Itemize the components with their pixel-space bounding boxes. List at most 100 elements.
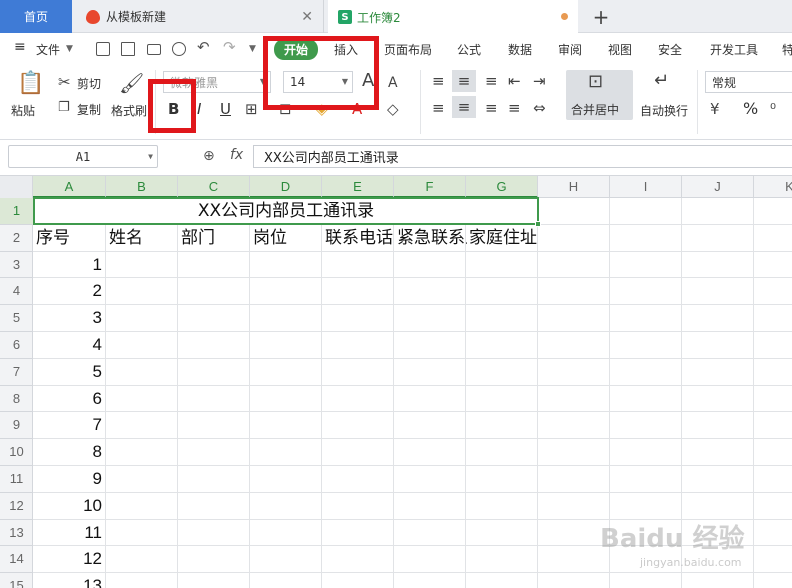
row-header-14[interactable]: 14 [0,546,33,574]
print-preview-icon[interactable] [172,42,186,56]
row-header-6[interactable]: 6 [0,332,33,359]
fx-icon[interactable]: fx [230,147,243,163]
tab-data[interactable]: 数据 [508,41,532,58]
column-header-b[interactable]: B [106,176,178,198]
distribute-icon[interactable]: ⇔ [533,100,546,116]
align-middle-icon[interactable]: ≡ [452,70,476,92]
header-cell[interactable]: 部门 [181,225,215,252]
hamburger-icon[interactable]: ≡ [14,39,26,55]
tab-formula[interactable]: 公式 [457,41,481,58]
column-header-g[interactable]: G [466,176,538,198]
thousands-icon[interactable]: ⁰ [770,101,776,117]
header-cell[interactable]: 序号 [36,225,70,252]
column-header-f[interactable]: F [394,176,466,198]
paste-icon[interactable]: 📋 [17,72,44,96]
italic-button[interactable]: I [197,100,201,118]
file-menu[interactable]: 文件 [36,41,60,58]
header-cell[interactable]: 家庭住址 [469,225,537,252]
tab-security[interactable]: 安全 [658,41,682,58]
tab-workbook[interactable]: S 工作簿2 [328,0,578,34]
save-icon[interactable] [96,42,110,56]
column-header-k[interactable]: K [754,176,792,198]
wrap-text-icon[interactable]: ↵ [654,72,669,90]
auto-wrap-button[interactable]: 自动换行 [640,102,688,119]
tab-home[interactable]: 首页 [0,0,72,33]
zoom-icon[interactable]: ⊕ [203,148,215,164]
column-header-a[interactable]: A [33,176,106,198]
fill-handle[interactable] [535,221,541,227]
export-pdf-icon[interactable] [121,42,135,56]
bold-button[interactable]: B [168,100,179,118]
font-name-select[interactable]: 微软雅黑 ▼ [163,71,271,93]
row-header-13[interactable]: 13 [0,520,33,547]
underline-button[interactable]: U [220,100,231,118]
row-header-7[interactable]: 7 [0,359,33,386]
serial-number-cell[interactable]: 9 [33,466,106,493]
tab-page-layout[interactable]: 页面布局 [384,41,432,58]
format-painter-icon[interactable]: 🖌 [119,72,144,94]
row-header-5[interactable]: 5 [0,305,33,332]
tab-insert[interactable]: 插入 [334,41,358,58]
header-cell[interactable]: 紧急联系人 [397,225,467,252]
formula-input[interactable]: XX公司内部员工通讯录 [253,145,792,168]
select-all-corner[interactable] [0,176,33,198]
header-cell[interactable]: 姓名 [109,225,143,252]
format-painter-button[interactable]: 格式刷 [111,102,147,119]
row-header-1[interactable]: 1 [0,198,33,225]
indent-decrease-icon[interactable]: ⇤ [508,73,521,89]
print-icon[interactable] [147,44,161,55]
redo-icon[interactable]: ↷ [223,38,236,56]
row-header-9[interactable]: 9 [0,412,33,440]
column-header-i[interactable]: I [610,176,682,198]
align-right-icon[interactable]: ≡ [485,100,498,116]
tab-review[interactable]: 审阅 [558,41,582,58]
serial-number-cell[interactable]: 3 [33,305,106,332]
row-header-11[interactable]: 11 [0,466,33,493]
copy-icon[interactable]: ❐ [58,100,70,116]
increase-font-icon[interactable]: A [362,72,374,90]
row-header-4[interactable]: 4 [0,278,33,306]
serial-number-cell[interactable]: 12 [33,546,106,573]
row-header-10[interactable]: 10 [0,439,33,466]
serial-number-cell[interactable]: 7 [33,412,106,439]
name-box[interactable]: A1 ▼ [8,145,158,168]
currency-icon[interactable]: ¥ [710,101,720,117]
column-header-h[interactable]: H [538,176,610,198]
decrease-font-icon[interactable]: A [388,75,398,91]
scissors-icon[interactable]: ✂ [58,74,71,90]
border-icon[interactable]: ⊞ [245,101,258,117]
fill-color-icon[interactable]: ◈ [316,101,328,117]
align-top-icon[interactable]: ≡ [432,73,445,89]
serial-number-cell[interactable]: 8 [33,439,106,466]
column-header-d[interactable]: D [250,176,322,198]
serial-number-cell[interactable]: 1 [33,252,106,279]
cut-button[interactable]: 剪切 [77,75,101,92]
serial-number-cell[interactable]: 13 [33,573,106,588]
serial-number-cell[interactable]: 4 [33,332,106,359]
column-header-e[interactable]: E [322,176,394,198]
tab-special[interactable]: 特 [782,41,792,58]
cell-style-icon[interactable]: ⊟ [279,101,292,117]
tab-view[interactable]: 视图 [608,41,632,58]
indent-increase-icon[interactable]: ⇥ [533,73,546,89]
more-chevron-icon[interactable]: ▼ [249,44,256,54]
tab-developer[interactable]: 开发工具 [710,41,758,58]
column-header-j[interactable]: J [682,176,754,198]
paste-button[interactable]: 粘贴 [11,102,35,119]
merge-center-button[interactable]: ⊡ 合并居中 [566,70,633,120]
tab-start[interactable]: 开始 [274,39,319,60]
eraser-icon[interactable]: ◇ [387,101,399,117]
chevron-down-icon[interactable]: ▼ [66,44,73,54]
serial-number-cell[interactable]: 6 [33,386,106,413]
undo-icon[interactable]: ↶ [197,38,210,56]
row-header-8[interactable]: 8 [0,386,33,413]
font-color-icon[interactable]: A [352,101,362,117]
header-cell[interactable]: 联系电话 [325,225,393,252]
row-header-12[interactable]: 12 [0,493,33,520]
justify-icon[interactable]: ≡ [508,100,521,116]
close-icon[interactable]: ✕ [301,9,313,25]
align-center-icon[interactable]: ≡ [452,96,476,118]
row-header-2[interactable]: 2 [0,225,33,252]
header-cell[interactable]: 岗位 [253,225,287,252]
percent-button[interactable]: % [743,99,758,118]
